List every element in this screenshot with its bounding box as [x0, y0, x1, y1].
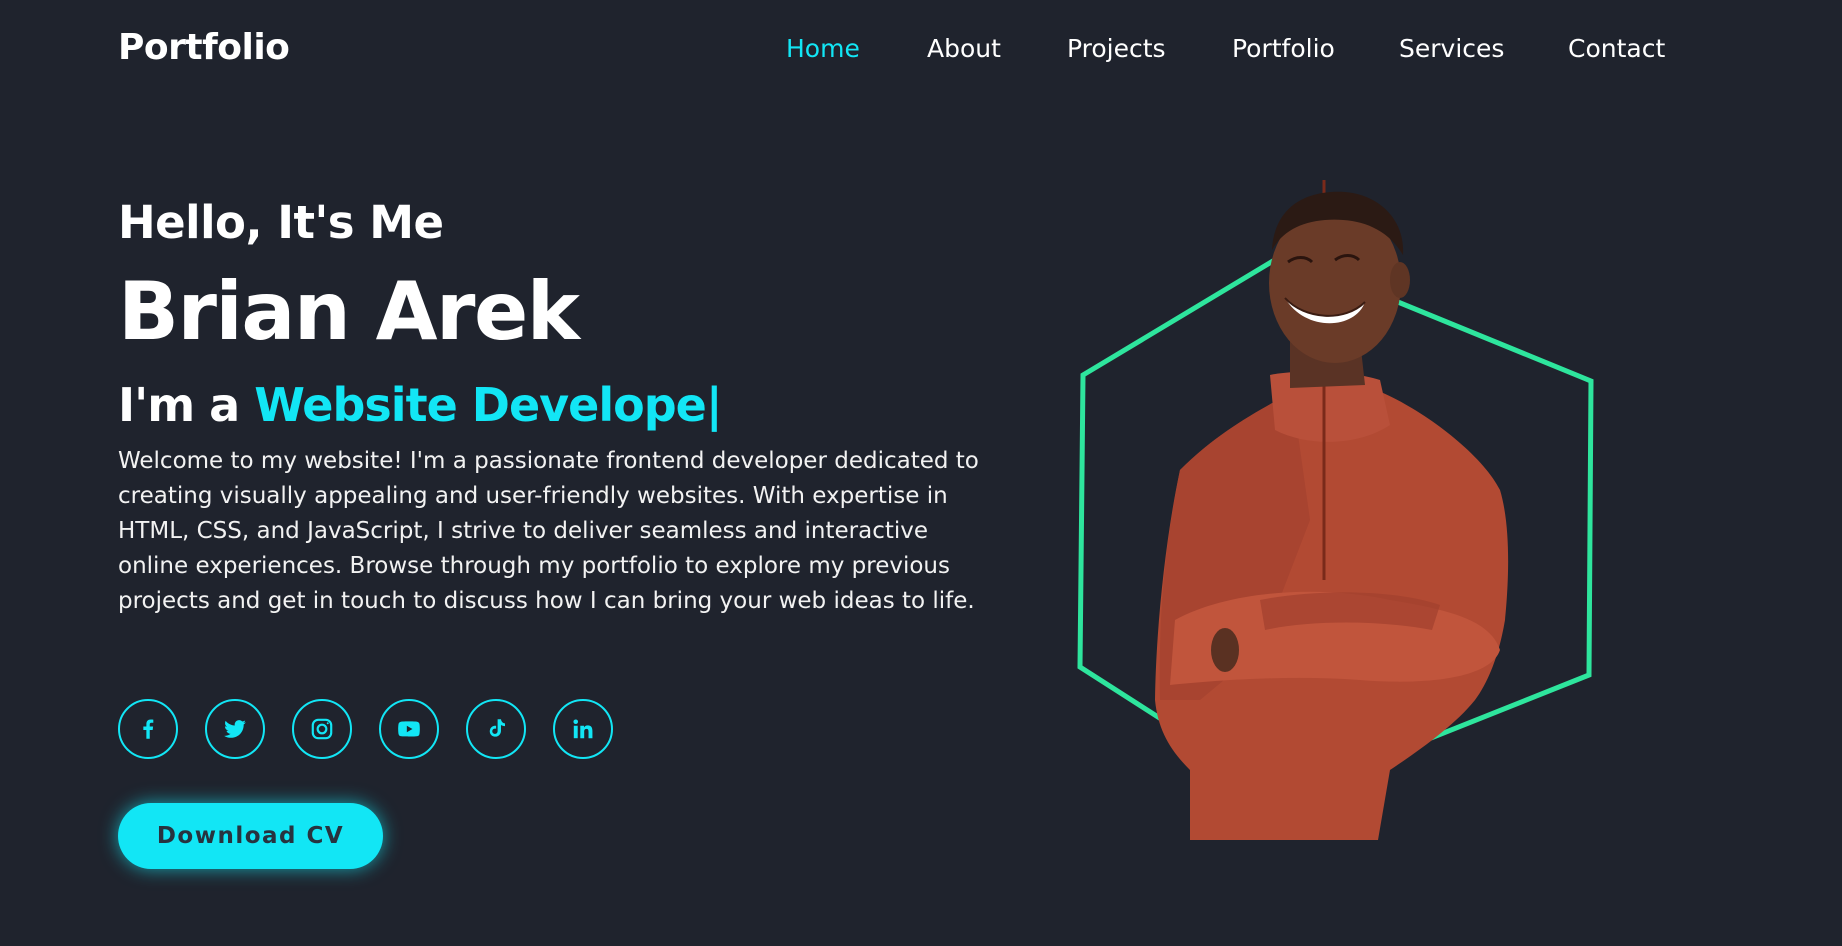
linkedin-icon[interactable] [553, 699, 613, 759]
nav-about[interactable]: About [927, 34, 1001, 63]
hero-portrait [1060, 180, 1620, 860]
role-prefix: I'm a [118, 378, 255, 432]
hero-role: I'm a Website Develope| [118, 378, 723, 432]
hero-description: Welcome to my website! I'm a passionate … [118, 448, 979, 614]
portfolio-page: Portfolio Home About Projects Portfolio … [0, 0, 1842, 946]
tiktok-icon[interactable] [466, 699, 526, 759]
nav-home[interactable]: Home [786, 34, 860, 63]
facebook-icon[interactable] [118, 699, 178, 759]
hero-name: Brian Arek [118, 265, 580, 358]
nav-portfolio[interactable]: Portfolio [1232, 34, 1335, 63]
twitter-icon[interactable] [205, 699, 265, 759]
social-links [118, 699, 613, 759]
main-nav: Home About Projects Portfolio Services C… [0, 34, 1842, 68]
nav-contact[interactable]: Contact [1568, 34, 1665, 63]
instagram-icon[interactable] [292, 699, 352, 759]
nav-services[interactable]: Services [1399, 34, 1504, 63]
nav-projects[interactable]: Projects [1067, 34, 1166, 63]
hero-greeting: Hello, It's Me [118, 196, 444, 249]
download-cv-button[interactable]: Download CV [118, 803, 383, 869]
role-typed-text: Website Develope| [254, 378, 722, 432]
youtube-icon[interactable] [379, 699, 439, 759]
